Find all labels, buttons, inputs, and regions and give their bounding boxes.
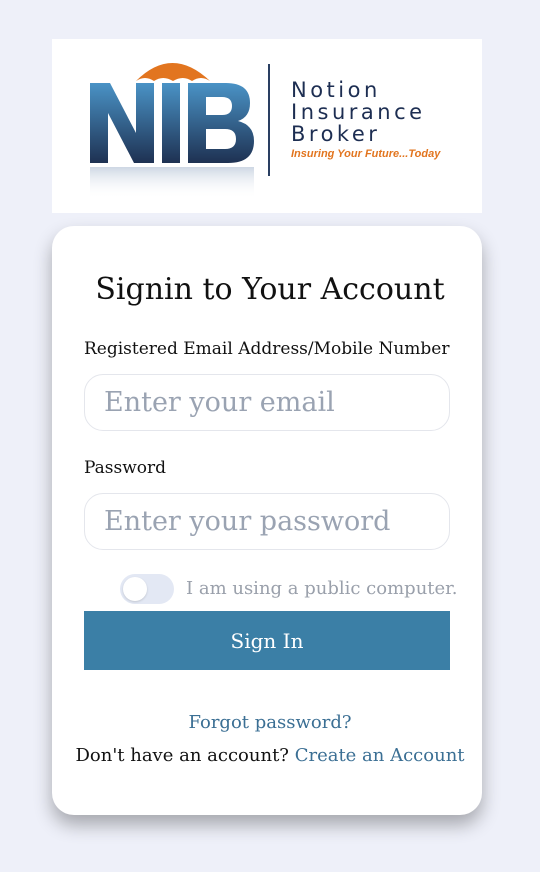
no-account-text: Don't have an account? — [75, 745, 289, 766]
create-account-link[interactable]: Create an Account — [295, 745, 465, 766]
password-label: Password — [84, 458, 167, 478]
logo-divider — [268, 64, 270, 176]
brand-line-3: Broker — [291, 122, 381, 146]
nib-logo-mark — [90, 63, 254, 199]
email-label: Registered Email Address/Mobile Number — [84, 339, 450, 359]
brand-line-2: Insurance — [291, 100, 426, 124]
brand-logo: Notion Insurance Broker Insuring Your Fu… — [52, 39, 482, 213]
forgot-password-link[interactable]: Forgot password? — [188, 712, 351, 733]
email-field[interactable] — [84, 374, 450, 431]
page-title: Signin to Your Account — [95, 272, 445, 307]
signup-row: Don't have an account? Create an Account — [0, 745, 540, 766]
brand-tagline: Insuring Your Future...Today — [291, 148, 441, 160]
sign-in-button[interactable]: Sign In — [84, 611, 450, 670]
toggle-knob — [123, 577, 147, 601]
password-field[interactable] — [84, 493, 450, 550]
public-computer-label: I am using a public computer. — [186, 578, 458, 599]
brand-text: Notion Insurance Broker Insuring Your Fu… — [291, 79, 440, 160]
brand-line-1: Notion — [291, 78, 381, 102]
public-computer-toggle[interactable] — [120, 574, 174, 604]
forgot-password-row: Forgot password? — [0, 712, 540, 733]
